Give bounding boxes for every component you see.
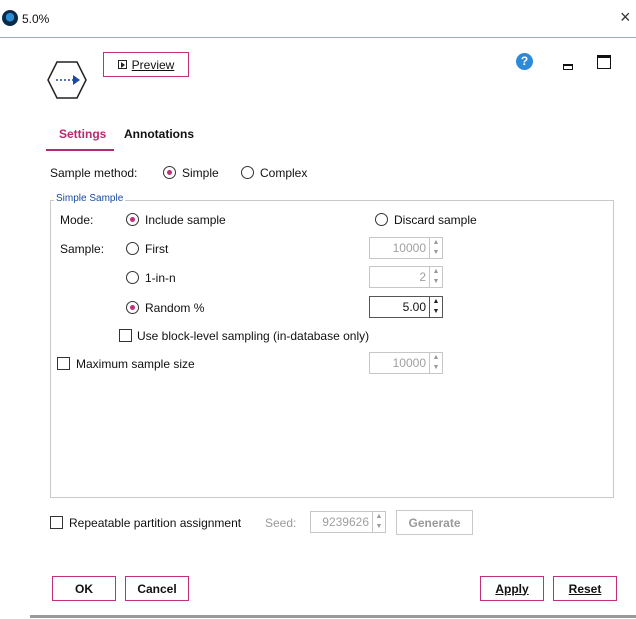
radio-include-sample-label: Include sample [145, 213, 226, 227]
preview-play-icon [117, 60, 127, 69]
seed-stepper[interactable]: 9239626 ▲ ▼ [310, 511, 386, 533]
maximum-sample-size-label: Maximum sample size [76, 357, 195, 371]
sample-node-icon [47, 61, 87, 99]
sample-method-label: Sample method: [50, 166, 138, 180]
minimize-icon[interactable] [563, 64, 573, 70]
radio-discard-sample[interactable] [375, 213, 388, 226]
tab-annotations[interactable]: Annotations [124, 127, 194, 141]
block-level-sampling-label: Use block-level sampling (in-database on… [137, 329, 370, 343]
ok-button[interactable]: OK [52, 576, 116, 601]
sample-label: Sample: [60, 242, 105, 256]
preview-button[interactable]: Preview [103, 52, 189, 77]
help-icon[interactable]: ? [516, 53, 533, 70]
radio-discard-sample-label: Discard sample [394, 213, 477, 227]
repeatable-partition-checkbox[interactable] [50, 516, 63, 529]
radio-simple-label: Simple [182, 166, 219, 180]
stepper-up-icon[interactable]: ▲ [430, 267, 442, 277]
radio-1-in-n-label: 1-in-n [145, 271, 176, 285]
seed-label: Seed: [265, 516, 297, 530]
radio-first[interactable] [126, 242, 139, 255]
generate-button[interactable]: Generate [396, 510, 473, 535]
maximum-sample-size-stepper[interactable]: 10000 ▲ ▼ [369, 352, 443, 374]
apply-button-label: Apply [495, 581, 529, 596]
stepper-up-icon[interactable]: ▲ [430, 238, 442, 248]
simple-sample-group-title: Simple Sample [54, 193, 126, 204]
repeatable-partition-label: Repeatable partition assignment [69, 516, 242, 530]
stepper-down-icon[interactable]: ▼ [430, 248, 442, 258]
seed-value: 9239626 [322, 515, 369, 529]
stepper-up-icon[interactable]: ▲ [373, 512, 385, 522]
titlebar-divider [0, 37, 636, 38]
dialog-bottom-border [30, 615, 636, 618]
stepper-down-icon[interactable]: ▼ [430, 277, 442, 287]
1-in-n-stepper-value: 2 [419, 270, 426, 284]
maximum-sample-size-value: 10000 [392, 356, 426, 370]
1-in-n-stepper[interactable]: 2 ▲ ▼ [369, 266, 443, 288]
stepper-down-icon[interactable]: ▼ [430, 363, 442, 373]
radio-first-label: First [145, 242, 169, 256]
reset-button-label: Reset [568, 581, 602, 596]
cancel-button[interactable]: Cancel [125, 576, 189, 601]
stepper-up-icon[interactable]: ▲ [430, 353, 442, 363]
radio-complex[interactable] [241, 166, 254, 179]
random-percent-stepper-value: 5.00 [402, 300, 426, 314]
radio-simple[interactable] [163, 166, 176, 179]
preview-button-label: Preview [131, 57, 175, 72]
active-tab-indicator [46, 149, 114, 151]
app-icon [2, 10, 18, 26]
radio-random-percent[interactable] [126, 301, 139, 314]
radio-random-percent-label: Random % [145, 301, 205, 315]
stepper-down-icon[interactable]: ▼ [373, 522, 385, 532]
first-stepper-value: 10000 [392, 241, 426, 255]
radio-include-sample[interactable] [126, 213, 139, 226]
maximize-icon[interactable] [597, 55, 611, 69]
tab-settings[interactable]: Settings [59, 127, 106, 141]
reset-button[interactable]: Reset [553, 576, 617, 601]
radio-1-in-n[interactable] [126, 271, 139, 284]
window-title: 5.0% [22, 12, 50, 26]
stepper-down-icon[interactable]: ▼ [430, 307, 442, 317]
window-titlebar [0, 0, 636, 36]
maximum-sample-size-checkbox[interactable] [57, 357, 70, 370]
stepper-up-icon[interactable]: ▲ [430, 297, 442, 307]
random-percent-stepper[interactable]: 5.00 ▲ ▼ [369, 296, 443, 318]
mode-label: Mode: [60, 213, 94, 227]
apply-button[interactable]: Apply [480, 576, 544, 601]
first-stepper[interactable]: 10000 ▲ ▼ [369, 237, 443, 259]
block-level-sampling-checkbox[interactable] [119, 329, 132, 342]
radio-complex-label: Complex [260, 166, 308, 180]
close-icon[interactable]: × [620, 8, 631, 26]
